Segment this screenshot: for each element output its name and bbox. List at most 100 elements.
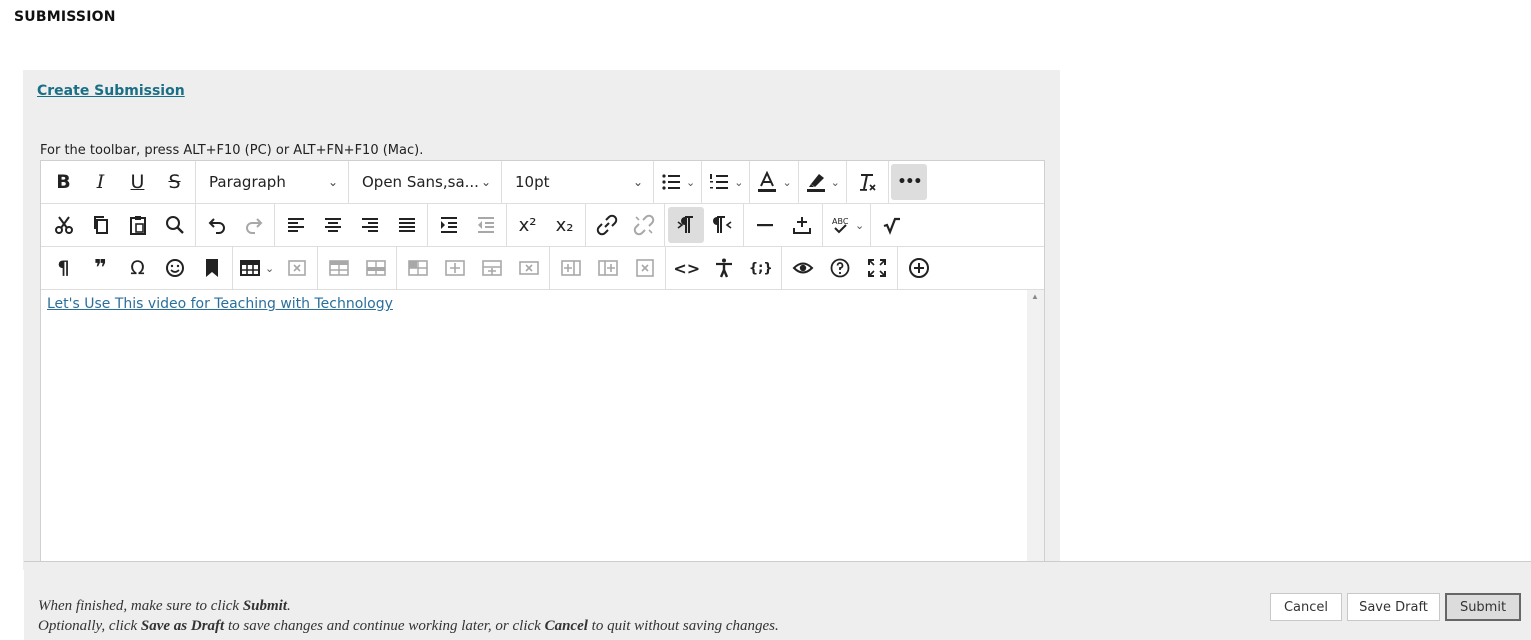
insert-table-button[interactable]: ⌄ [235, 250, 278, 286]
align-left-button[interactable] [278, 207, 314, 243]
chevron-down-icon: ⌄ [265, 262, 275, 275]
insert-row-after-button[interactable] [437, 250, 473, 286]
page-heading: SUBMISSION [14, 9, 116, 25]
help-button[interactable] [822, 250, 858, 286]
insert-break-icon [792, 217, 811, 234]
emoticons-button[interactable] [157, 250, 193, 286]
insert-col-after-button[interactable] [590, 250, 626, 286]
unlink-icon [633, 214, 654, 236]
editor-content-area[interactable]: Let's Use This video for Teaching with T… [41, 290, 1026, 580]
outdent-button[interactable] [468, 207, 504, 243]
paste-button[interactable] [120, 207, 156, 243]
blockquote-button[interactable]: ❞ [83, 250, 119, 286]
numbered-list-button[interactable]: ⌄ [704, 164, 747, 200]
math-formula-button[interactable]: {;} [743, 250, 779, 286]
format-select[interactable]: Paragraph ⌄ [196, 161, 349, 203]
spellcheck-icon: ABC [832, 217, 849, 234]
chevron-down-icon: ⌄ [782, 176, 792, 189]
ltr-paragraph-icon [677, 216, 693, 233]
cut-button[interactable] [46, 207, 82, 243]
create-submission-link[interactable]: Create Submission [37, 83, 185, 99]
accessibility-checker-button[interactable] [706, 250, 742, 286]
align-center-icon [324, 218, 341, 232]
chevron-down-icon: ⌄ [686, 176, 696, 189]
delete-column-button[interactable] [627, 250, 663, 286]
highlight-color-button[interactable]: ⌄ [801, 164, 844, 200]
rtl-paragraph-icon [712, 216, 731, 233]
clear-formatting-button[interactable] [849, 164, 885, 200]
fullscreen-button[interactable] [859, 250, 895, 286]
indent-icon [440, 217, 457, 233]
paragraph-button[interactable]: ¶ [46, 250, 82, 286]
insert-col-after-icon [597, 260, 618, 276]
align-right-button[interactable] [352, 207, 388, 243]
submission-panel: Create Submission For the toolbar, press… [23, 70, 1060, 582]
bookmark-button[interactable] [194, 250, 230, 286]
bold-button[interactable]: B [46, 164, 82, 200]
table-cell-props-button[interactable] [358, 250, 394, 286]
insert-column-icon [481, 260, 502, 276]
insert-link-button[interactable] [589, 207, 625, 243]
indent-button[interactable] [431, 207, 467, 243]
copy-button[interactable] [83, 207, 119, 243]
insert-col-before-button[interactable] [553, 250, 589, 286]
save-draft-button[interactable]: Save Draft [1347, 593, 1440, 621]
underline-button[interactable]: U [120, 164, 156, 200]
footer-instructions: When finished, make sure to click Submit… [38, 598, 779, 634]
strikethrough-button[interactable]: S [157, 164, 193, 200]
bullet-list-button[interactable]: ⌄ [656, 164, 699, 200]
insert-row-before-button[interactable] [400, 250, 436, 286]
math-equation-button[interactable] [874, 207, 910, 243]
special-character-button[interactable]: Ω [120, 250, 156, 286]
justify-button[interactable] [389, 207, 425, 243]
chevron-down-icon: ⌄ [830, 176, 840, 189]
chevron-down-icon: ⌄ [632, 175, 643, 189]
superscript-button[interactable]: x² [510, 207, 546, 243]
align-left-icon [287, 218, 304, 232]
table-icon [240, 260, 260, 276]
font-family-select[interactable]: Open Sans,sa... ⌄ [349, 161, 502, 203]
source-code-button[interactable]: <> [669, 250, 705, 286]
text-color-icon [758, 171, 777, 192]
cancel-button[interactable]: Cancel [1270, 593, 1342, 621]
subscript-button[interactable]: x₂ [547, 207, 583, 243]
preview-button[interactable] [785, 250, 821, 286]
italic-button[interactable]: I [83, 164, 119, 200]
more-options-button[interactable]: ••• [891, 164, 928, 200]
fullscreen-icon [867, 259, 886, 277]
toolbar-row-2: x² x₂ ABC ⌄ [41, 204, 1044, 247]
submission-footer: When finished, make sure to click Submit… [24, 561, 1531, 640]
remove-link-button[interactable] [626, 207, 662, 243]
content-link[interactable]: Let's Use This video for Teaching with T… [47, 296, 393, 312]
insert-row-after-icon [444, 260, 465, 276]
insert-column-button[interactable] [474, 250, 510, 286]
delete-row-button[interactable] [511, 250, 547, 286]
delete-table-button[interactable] [279, 250, 315, 286]
submit-button[interactable]: Submit [1445, 593, 1521, 621]
scroll-up-arrow-icon[interactable]: ▲ [1031, 292, 1039, 301]
editor-scrollbar[interactable]: ▲ [1027, 290, 1044, 580]
redo-button[interactable] [236, 207, 272, 243]
horizontal-line-button[interactable] [747, 207, 783, 243]
undo-button[interactable] [199, 207, 235, 243]
chevron-down-icon: ⌄ [480, 175, 491, 189]
rtl-direction-button[interactable] [705, 207, 741, 243]
scissors-icon [54, 216, 73, 234]
clear-formatting-icon [860, 174, 876, 191]
rich-text-editor: B I U S Paragraph ⌄ Open Sans,sa... ⌄ 10pt… [40, 160, 1045, 582]
text-color-button[interactable]: ⌄ [752, 164, 795, 200]
table-row-icon [328, 260, 349, 276]
find-replace-button[interactable] [157, 207, 193, 243]
chevron-down-icon: ⌄ [855, 219, 865, 232]
help-icon [830, 258, 850, 278]
chevron-down-icon: ⌄ [734, 176, 744, 189]
svg-text:ABC: ABC [832, 217, 849, 226]
plus-circle-icon [908, 258, 929, 278]
align-center-button[interactable] [315, 207, 351, 243]
page-break-button[interactable] [784, 207, 820, 243]
font-size-select[interactable]: 10pt ⌄ [502, 161, 654, 203]
ltr-direction-button[interactable] [667, 207, 704, 243]
add-content-button[interactable] [901, 250, 937, 286]
table-row-props-button[interactable] [321, 250, 357, 286]
spellcheck-button[interactable]: ABC ⌄ [825, 207, 868, 243]
